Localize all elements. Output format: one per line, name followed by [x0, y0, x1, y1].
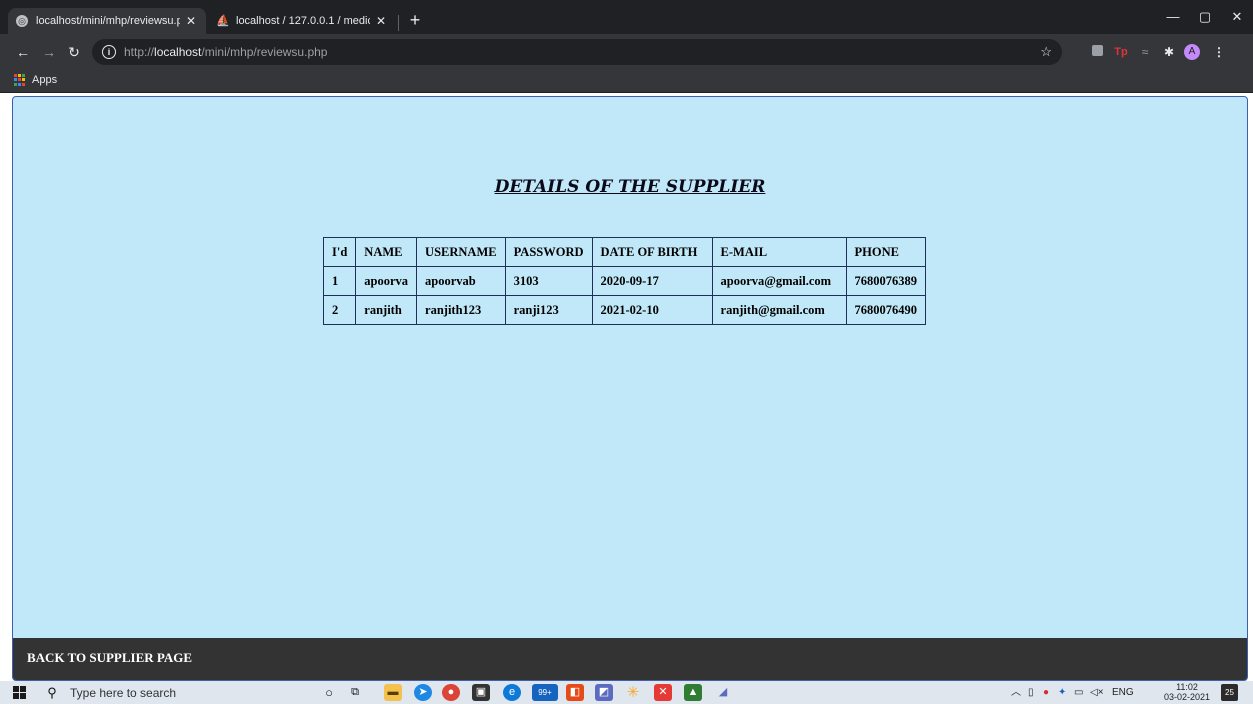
taskbar-search-box[interactable]: ⚲ Type here to search: [44, 682, 306, 704]
header-dob: DATE OF BIRTH: [591, 237, 713, 267]
puzzle-icon[interactable]: ✱: [1160, 43, 1178, 61]
table-header-row: I'd NAME USERNAME PASSWORD DATE OF BIRTH…: [322, 237, 927, 267]
mail-badge: 99+: [538, 688, 552, 697]
search-placeholder: Type here to search: [70, 686, 177, 700]
app-icon[interactable]: ◢: [714, 684, 732, 701]
globe-icon: ◎: [16, 15, 28, 27]
supplier-table: I'd NAME USERNAME PASSWORD DATE OF BIRTH…: [322, 237, 927, 325]
tab-title: localhost / 127.0.0.1 / medical /: [236, 15, 370, 27]
language-indicator[interactable]: ENG: [1112, 685, 1134, 700]
clock-time: 11:02: [1176, 682, 1198, 692]
windows-taskbar: ⚲ Type here to search ○ ⧉ ▬ ➤ ● ▣ e 99+ …: [0, 681, 1253, 704]
tab-phpmyadmin[interactable]: ⛵ localhost / 127.0.0.1 / medical / ✕: [208, 8, 396, 34]
cell-id: 1: [322, 266, 357, 296]
page-viewport: DETAILS OF THE SUPPLIER I'd NAME USERNAM…: [12, 96, 1248, 681]
cortana-icon[interactable]: ○: [320, 684, 338, 701]
pinwheel-icon[interactable]: ✳: [624, 684, 642, 701]
bookmarks-bar: Apps: [0, 70, 1253, 93]
battery-icon[interactable]: ▭: [1074, 685, 1083, 700]
table-row: 2 ranjith ranjith123 ranji123 2021-02-10…: [322, 295, 927, 325]
table-row: 1 apoorva apoorvab 3103 2020-09-17 apoor…: [322, 266, 927, 296]
cell-phone: 7680076490: [845, 295, 927, 325]
browser-toolbar: ← → ↻ i http://localhost/mini/mhp/review…: [0, 34, 1253, 70]
star-icon[interactable]: ☆: [1040, 44, 1052, 60]
url-prefix: http://: [124, 45, 155, 59]
tab-separator: [398, 15, 399, 31]
profile-avatar[interactable]: A: [1184, 44, 1200, 60]
more-vertical-icon[interactable]: ⋮: [1210, 43, 1228, 61]
windows-start-icon[interactable]: [13, 686, 26, 699]
notifications-icon[interactable]: 25: [1221, 684, 1238, 701]
photos-icon[interactable]: ▲: [684, 684, 702, 701]
cell-email: ranjith@gmail.com: [711, 295, 847, 325]
footer-bar: BACK TO SUPPLIER PAGE: [13, 638, 1247, 680]
header-username: USERNAME: [416, 237, 506, 267]
cell-dob: 2020-09-17: [591, 266, 713, 296]
telegram-icon[interactable]: ➤: [414, 684, 432, 701]
new-tab-button[interactable]: +: [404, 9, 426, 31]
chrome-icon[interactable]: ●: [442, 684, 460, 701]
cell-password: ranji123: [504, 295, 593, 325]
close-tab-icon[interactable]: ✕: [184, 14, 198, 28]
close-tab-icon[interactable]: ✕: [374, 14, 388, 28]
forward-arrow-icon[interactable]: →: [40, 43, 58, 61]
mail-icon[interactable]: 99+: [532, 684, 558, 701]
page-title: DETAILS OF THE SUPPLIER: [494, 177, 766, 197]
cell-username: apoorvab: [416, 266, 506, 296]
phpmyadmin-icon: ⛵: [216, 15, 230, 27]
info-icon[interactable]: i: [102, 45, 116, 59]
url-path: /mini/mhp/reviewsu.php: [201, 45, 328, 59]
reload-icon[interactable]: ↻: [65, 43, 83, 61]
apps-label: Apps: [32, 74, 58, 86]
cell-phone: 7680076389: [845, 266, 927, 296]
header-name: NAME: [355, 237, 418, 267]
close-window-icon[interactable]: ✕: [1222, 6, 1252, 28]
tray-app-icon[interactable]: ●: [1043, 685, 1049, 700]
cell-username: ranjith123: [416, 295, 506, 325]
extension-meter-icon[interactable]: ≈: [1136, 43, 1154, 61]
header-email: E-MAIL: [711, 237, 847, 267]
apps-grid-icon: [14, 74, 26, 86]
extension-square-icon[interactable]: [1088, 43, 1106, 61]
browser-tab-strip: ◎ localhost/mini/mhp/reviewsu.php ✕ ⛵ lo…: [0, 0, 1253, 34]
apps-bookmark[interactable]: Apps: [14, 74, 57, 86]
header-password: PASSWORD: [504, 237, 593, 267]
dropbox-icon[interactable]: ✦: [1058, 685, 1066, 700]
clock-date: 03-02-2021: [1163, 692, 1211, 702]
cell-dob: 2021-02-10: [591, 295, 713, 325]
cell-password: 3103: [504, 266, 593, 296]
cell-id: 2: [322, 295, 357, 325]
extension-tp-icon[interactable]: Tp: [1112, 43, 1130, 61]
taskbar-clock[interactable]: 11:02 03-02-2021: [1162, 682, 1212, 702]
vs-icon[interactable]: ◩: [595, 684, 613, 701]
back-arrow-icon[interactable]: ←: [14, 43, 32, 61]
back-to-supplier-link[interactable]: BACK TO SUPPLIER PAGE: [27, 650, 192, 666]
file-explorer-icon[interactable]: ▬: [384, 684, 402, 701]
header-id: I'd: [322, 237, 357, 267]
url-host: localhost: [154, 45, 202, 59]
cell-name: apoorva: [355, 266, 418, 296]
store-icon[interactable]: ▣: [472, 684, 490, 701]
cell-email: apoorva@gmail.com: [711, 266, 847, 296]
office-icon[interactable]: ◧: [566, 684, 584, 701]
address-bar[interactable]: i http://localhost/mini/mhp/reviewsu.php…: [92, 39, 1062, 65]
xampp-icon[interactable]: ✕: [654, 684, 672, 701]
cell-name: ranjith: [355, 295, 418, 325]
search-icon: ⚲: [47, 685, 57, 700]
minimize-icon[interactable]: —: [1158, 6, 1188, 28]
tray-chevron-icon[interactable]: ︿: [1011, 685, 1021, 700]
tray-device-icon[interactable]: ▯: [1028, 685, 1034, 700]
volume-icon[interactable]: ◁×: [1090, 685, 1104, 700]
edge-icon[interactable]: e: [503, 684, 521, 701]
task-view-icon[interactable]: ⧉: [346, 684, 364, 701]
maximize-icon[interactable]: ▢: [1190, 6, 1220, 28]
tab-title: localhost/mini/mhp/reviewsu.php: [36, 15, 180, 27]
tab-reviewsu[interactable]: ◎ localhost/mini/mhp/reviewsu.php ✕: [8, 8, 206, 34]
header-phone: PHONE: [845, 237, 927, 267]
